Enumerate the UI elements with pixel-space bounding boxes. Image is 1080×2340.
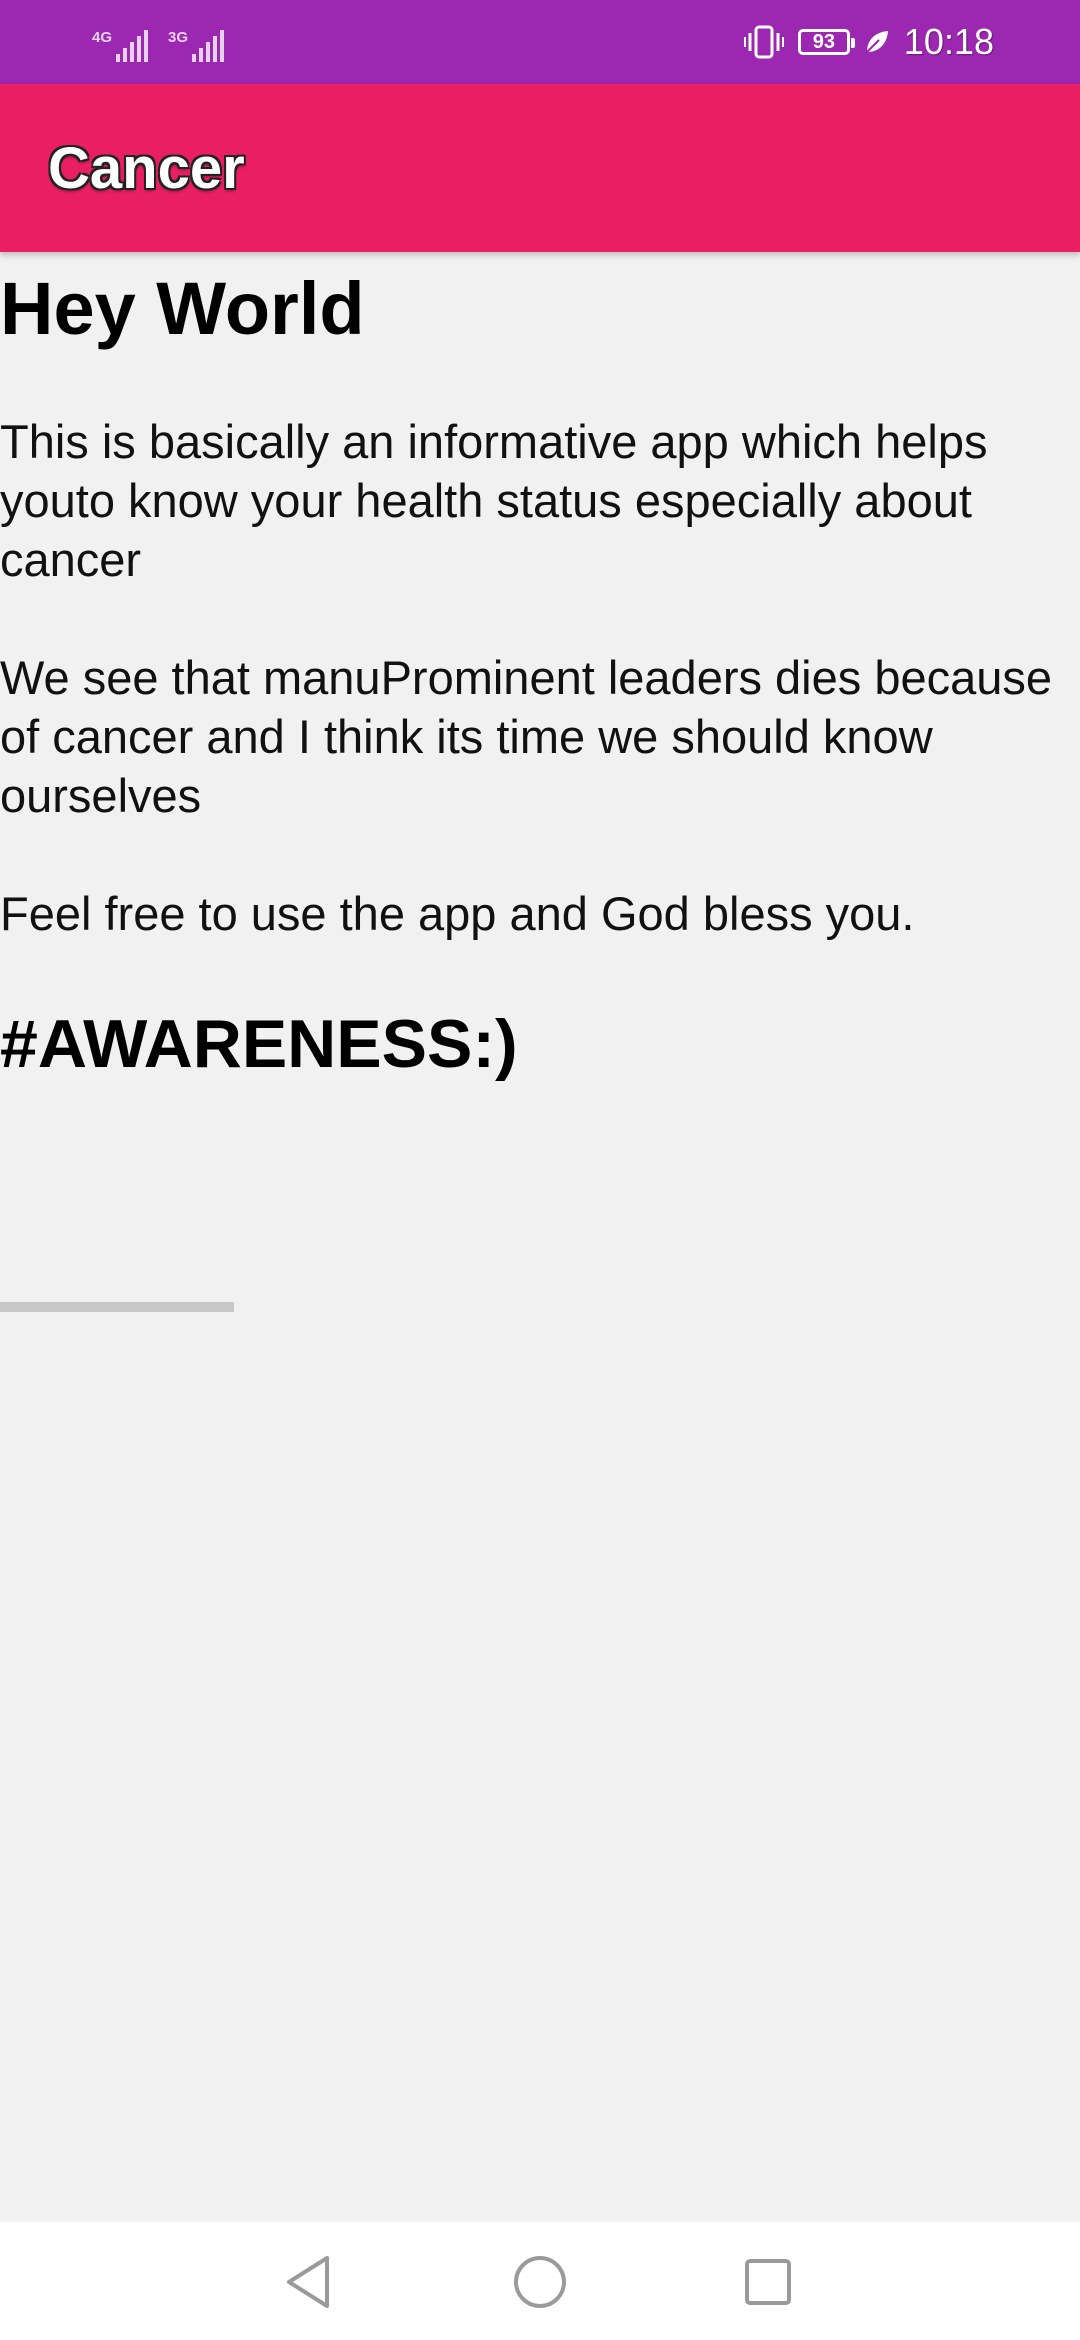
intro-paragraph-1: This is basically an informative app whi… xyxy=(0,415,988,586)
vibrate-icon xyxy=(743,25,784,59)
network-type-label: 4G xyxy=(92,29,113,46)
app-title: Cancer xyxy=(48,136,245,201)
network-signal-1: 4G xyxy=(92,29,149,62)
intro-paragraph-2: We see that manuProminent leaders dies b… xyxy=(0,651,1053,822)
battery-icon: 93 xyxy=(797,29,855,55)
back-icon xyxy=(287,2256,329,2308)
signal-icon xyxy=(192,30,225,62)
recent-apps-icon xyxy=(745,2259,791,2305)
intro-text: This is basically an informative app whi… xyxy=(0,412,1080,943)
home-icon xyxy=(514,2256,566,2308)
network-indicators: 4G 3G xyxy=(92,22,225,62)
network-signal-2: 3G xyxy=(168,29,225,62)
signal-icon xyxy=(116,30,149,62)
battery-level: 93 xyxy=(812,31,836,53)
power-saver-leaf-icon xyxy=(866,31,888,53)
status-right: 93 10:18 xyxy=(743,18,994,66)
status-bar: 4G 3G 93 10:18 xyxy=(0,0,1080,84)
greeting-heading: Hey World xyxy=(0,267,365,350)
status-time: 10:18 xyxy=(903,21,994,62)
awareness-hashtag: #AWARENESS:) xyxy=(0,1006,518,1082)
recent-apps-button[interactable] xyxy=(728,2242,808,2322)
back-button[interactable] xyxy=(269,2242,349,2322)
progress-divider xyxy=(0,1302,234,1312)
navigation-bar xyxy=(0,2222,1080,2340)
home-button[interactable] xyxy=(500,2242,580,2322)
app-bar: Cancer xyxy=(0,84,1080,252)
intro-paragraph-3: Feel free to use the app and God bless y… xyxy=(0,887,915,940)
network-type-label: 3G xyxy=(168,29,189,46)
